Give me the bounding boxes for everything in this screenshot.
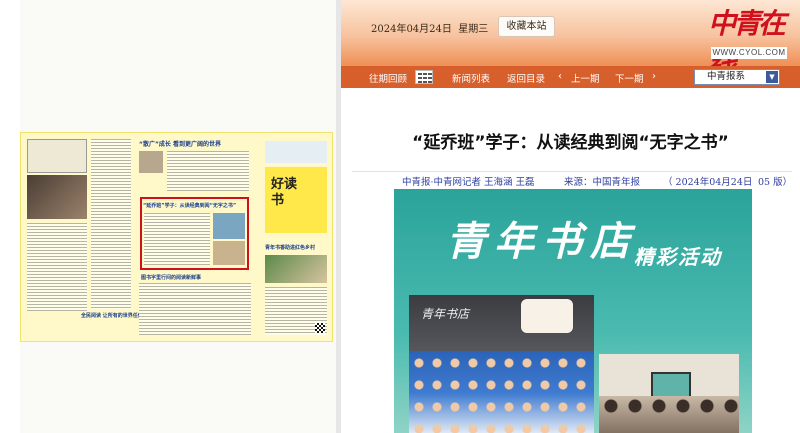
meta-divider — [352, 171, 792, 172]
image-calligraphy-title: 青年书店 — [446, 218, 638, 265]
good-reading-banner-text: 好读书 — [271, 177, 298, 208]
thumbnail-text-block — [91, 139, 131, 309]
article-source: 来源：中国青年报 — [564, 177, 641, 188]
article-page: 05 版） — [758, 177, 793, 188]
newspaper-page-thumbnail[interactable]: 全民阅读 让所有的世界任何地方 “散广”成长 看到更广阔的世界 “延乔班”学子：… — [20, 132, 333, 342]
reading-activity-photo — [599, 354, 739, 433]
site-logo-url: WWW.CYOL.COM — [711, 47, 787, 59]
article-date: （ 2024年04月24日 — [663, 177, 753, 188]
thumbnail-headline: 青年书香助进红色乡村 — [265, 245, 316, 251]
chevron-left-icon[interactable]: ‹ — [558, 71, 562, 82]
thumbnail-text-block — [139, 283, 251, 335]
newspaper-select-value: 中青报系 — [707, 71, 746, 82]
article-title: “延乔班”学子：从读经典到阅“无字之书” — [412, 133, 729, 153]
thumbnail-photo — [27, 139, 87, 173]
chevron-right-icon[interactable]: › — [652, 71, 656, 82]
image-calligraphy-subtitle: 精彩活动 — [634, 245, 722, 269]
selected-article-highlight[interactable] — [140, 197, 249, 270]
chevron-down-icon[interactable]: ▼ — [766, 71, 778, 83]
site-header: 2024年04月24日 星期三 收藏本站 中青在线 WWW.CYOL.COM — [341, 0, 800, 80]
bookstore-group-photo: 青年书店 — [409, 295, 594, 433]
navigation-bar: 往期回顾 新闻列表 返回目录 ‹ 上一期 下一期 › 中青报系 ▼ — [341, 66, 800, 88]
thumbnail-photo — [27, 175, 87, 219]
thumbnail-photo — [265, 141, 327, 163]
audience — [599, 396, 739, 433]
current-date: 2024年04月24日 星期三 — [371, 20, 488, 35]
article-image: 青年书店 精彩活动 青年书店 — [394, 189, 752, 433]
site-logo[interactable]: 中青在线 — [708, 4, 788, 80]
nav-past-issues[interactable]: 往期回顾 — [369, 71, 407, 85]
thumbnail-headline: “散广”成长 看到更广阔的世界 — [139, 141, 221, 148]
thumbnail-headline: 图书字里行间的阅读新鲜事 — [141, 275, 202, 281]
add-favorite-button[interactable]: 收藏本站 — [498, 16, 555, 37]
date-text: 2024年04月24日 — [371, 24, 452, 35]
article-byline: 中青报·中青网记者 王海涵 王磊 — [402, 177, 535, 188]
thumbnail-text-block — [167, 151, 249, 191]
thumbnail-photo — [139, 151, 163, 173]
good-reading-banner: 好读书 — [265, 167, 327, 233]
store-sign: 青年书店 — [421, 307, 470, 321]
grid-view-icon[interactable] — [415, 70, 433, 84]
student-group — [409, 351, 594, 433]
nav-next-issue[interactable]: 下一期 — [615, 71, 644, 85]
newspaper-select[interactable]: 中青报系 ▼ — [694, 69, 780, 85]
nav-previous-issue[interactable]: 上一期 — [571, 71, 600, 85]
store-badge — [521, 299, 573, 333]
thumbnail-photo — [265, 255, 327, 283]
presentation-screen — [651, 372, 691, 398]
weekday-text: 星期三 — [458, 24, 489, 35]
nav-news-list[interactable]: 新闻列表 — [452, 71, 490, 85]
thumbnail-text-block — [27, 223, 87, 311]
nav-back-to-index[interactable]: 返回目录 — [507, 71, 545, 85]
qr-code-icon — [315, 323, 325, 333]
